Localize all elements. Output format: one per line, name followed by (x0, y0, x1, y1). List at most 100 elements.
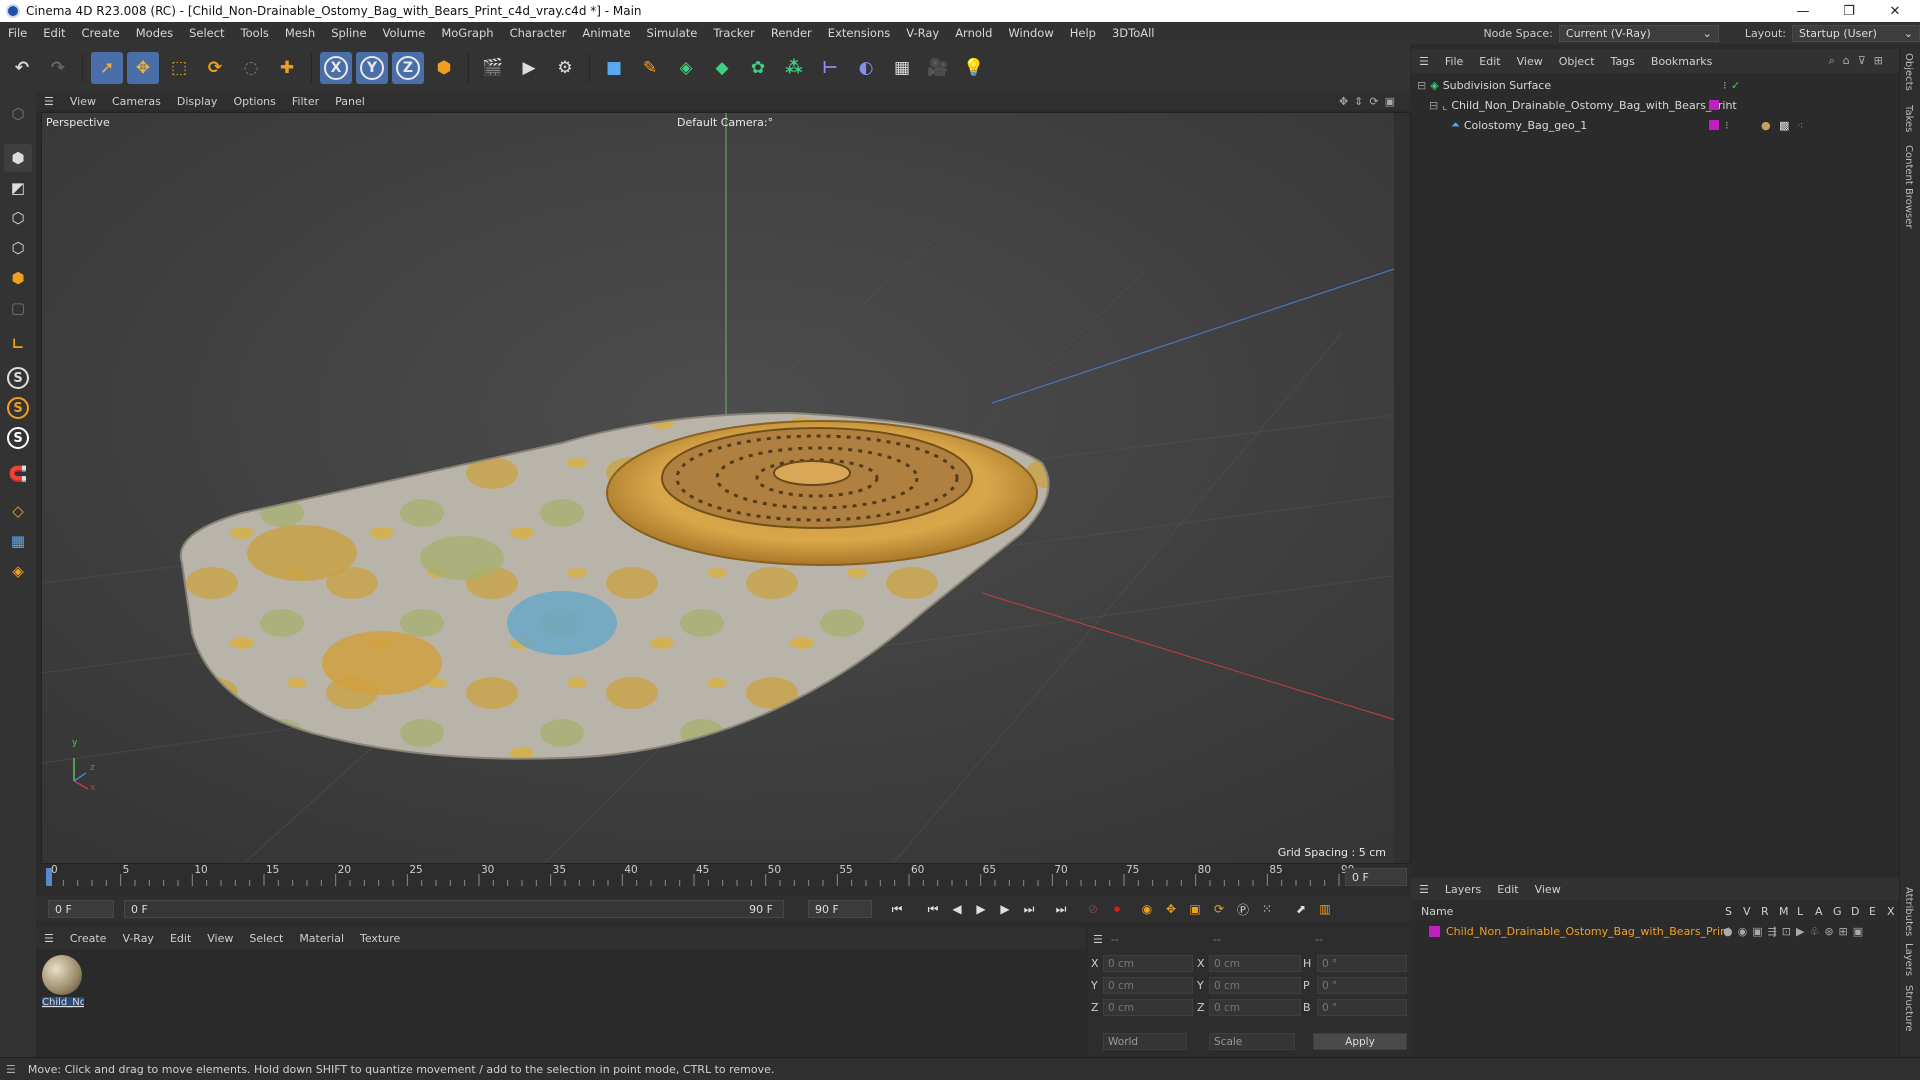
material-menu-create[interactable]: Create (62, 932, 115, 945)
close-button[interactable]: ✕ (1872, 0, 1918, 22)
goto-end-icon[interactable]: ⏭ (1050, 899, 1072, 919)
timeline-motion-icon[interactable]: ⬈ (1290, 899, 1312, 919)
rot-p-field[interactable]: 0 ° (1317, 977, 1407, 994)
render-view-icon[interactable]: ▶ (513, 52, 545, 84)
rotate-icon[interactable]: ⟳ (199, 52, 231, 84)
menu-mograph[interactable]: MoGraph (433, 26, 501, 40)
texture-mode-icon[interactable]: ◩ (4, 174, 32, 202)
key-position-icon[interactable]: ✥ (1160, 899, 1182, 919)
viewport-menu-options[interactable]: Options (225, 95, 283, 108)
magnet-icon[interactable]: 🧲 (4, 460, 32, 488)
size-x-field[interactable]: 0 cm (1209, 955, 1301, 972)
object-menu-tags[interactable]: Tags (1603, 55, 1643, 68)
current-frame-field[interactable]: 0 F (1345, 868, 1407, 886)
menu-animate[interactable]: Animate (574, 26, 638, 40)
camera-icon[interactable]: 🎥 (922, 52, 954, 84)
object-menu-edit[interactable]: Edit (1471, 55, 1508, 68)
tab-objects[interactable]: Objects (1903, 53, 1914, 91)
goto-start-icon[interactable]: ⏮ (886, 899, 908, 919)
axis-mode-icon[interactable]: ∟ (4, 330, 32, 358)
z-axis-lock[interactable]: Z (392, 52, 424, 84)
world-coord-icon[interactable]: ⬢ (428, 52, 460, 84)
locked-workplane-icon[interactable]: ◈ (4, 557, 32, 585)
frame-range-slider[interactable]: 0 F 90 F (124, 900, 784, 918)
tab-content-browser[interactable]: Content Browser (1903, 145, 1914, 228)
rot-h-field[interactable]: 0 ° (1317, 955, 1407, 972)
field-icon[interactable]: ⊢ (814, 52, 846, 84)
3d-viewport[interactable]: Perspective Default Camera :° Grid Spaci… (41, 112, 1411, 864)
prev-key-icon[interactable]: ⏮ (922, 899, 944, 919)
pos-y-field[interactable]: 0 cm (1103, 977, 1193, 994)
hamburger-icon[interactable]: ☰ (1411, 55, 1437, 68)
tab-layers[interactable]: Layers (1903, 943, 1914, 976)
layer-menu-edit[interactable]: Edit (1489, 883, 1526, 896)
menu-arnold[interactable]: Arnold (947, 26, 1000, 40)
extrude-icon[interactable]: ◆ (706, 52, 738, 84)
array-icon[interactable]: ⁂ (778, 52, 810, 84)
scale-icon[interactable]: ⬚ (163, 52, 195, 84)
deformer-icon[interactable]: ◐ (850, 52, 882, 84)
play-icon[interactable]: ▶ (970, 899, 992, 919)
material-swatch[interactable]: Child_No (42, 955, 84, 1008)
playhead[interactable] (46, 868, 52, 886)
object-menu-view[interactable]: View (1509, 55, 1551, 68)
key-scale-icon[interactable]: ▣ (1184, 899, 1206, 919)
object-row-subdivision[interactable]: ⊟ ◈ Subdivision Surface ⁝ ✓ (1411, 75, 1899, 95)
end-frame-field[interactable]: 90 F (808, 900, 872, 918)
grid-icon[interactable]: ▦ (4, 527, 32, 555)
timeline-layout-icon[interactable]: ▥ (1314, 899, 1336, 919)
material-menu-edit[interactable]: Edit (162, 932, 199, 945)
menu-render[interactable]: Render (763, 26, 820, 40)
next-key-icon[interactable]: ⏭ (1018, 899, 1040, 919)
pos-z-field[interactable]: 0 cm (1103, 999, 1193, 1016)
layer-row[interactable]: Child_Non_Drainable_Ostomy_Bag_with_Bear… (1411, 921, 1899, 941)
hamburger-icon[interactable]: ☰ (36, 95, 62, 108)
undo-icon[interactable]: ↶ (6, 52, 38, 84)
viewport-menu-cameras[interactable]: Cameras (104, 95, 169, 108)
tab-takes[interactable]: Takes (1903, 105, 1914, 132)
record-icon[interactable]: ⏺ (1106, 899, 1128, 919)
maximize-button[interactable]: ❐ (1826, 0, 1872, 22)
hamburger-icon[interactable]: ☰ (1411, 883, 1437, 896)
snap-settings-icon[interactable]: S (4, 394, 32, 422)
menu-select[interactable]: Select (181, 26, 232, 40)
coord-mode-dropdown[interactable]: World (1103, 1033, 1187, 1050)
start-frame-field[interactable]: 0 F (48, 900, 114, 918)
layout-dropdown[interactable]: Startup (User) ⌄ (1792, 24, 1920, 42)
material-menu-view[interactable]: View (199, 932, 241, 945)
menu-create[interactable]: Create (74, 26, 128, 40)
material-menu-vray[interactable]: V-Ray (114, 932, 162, 945)
object-manager-tools-icons[interactable]: ⌕⌂⊽⊞ (1829, 54, 1891, 68)
viewport-menu-display[interactable]: Display (169, 95, 226, 108)
point-mode-icon[interactable]: ⬡ (4, 204, 32, 232)
timeline-ruler[interactable]: 051015202530354045505560657075808590 0 F (41, 864, 1411, 890)
rot-b-field[interactable]: 0 ° (1317, 999, 1407, 1016)
enabled-check-icon[interactable]: ✓ (1731, 79, 1740, 92)
pen-icon[interactable]: ✎ (634, 52, 666, 84)
move-icon[interactable]: ✥ (127, 52, 159, 84)
object-menu-file[interactable]: File (1437, 55, 1471, 68)
menu-help[interactable]: Help (1062, 26, 1104, 40)
key-pla-icon[interactable]: ⁙ (1256, 899, 1278, 919)
size-y-field[interactable]: 0 cm (1209, 977, 1301, 994)
size-z-field[interactable]: 0 cm (1209, 999, 1301, 1016)
object-row-bag-group[interactable]: ⊟ ⌞ Child_Non_Drainable_Ostomy_Bag_with_… (1411, 95, 1899, 115)
render-region-icon[interactable]: 🎬 (477, 52, 509, 84)
viewport-menu-panel[interactable]: Panel (327, 95, 373, 108)
texture-tag-icon[interactable]: ▩ (1779, 119, 1789, 132)
viewport-menu-filter[interactable]: Filter (284, 95, 327, 108)
live-select-icon[interactable]: ◌ (235, 52, 267, 84)
select-arrow-icon[interactable]: ➚ (91, 52, 123, 84)
expand-icon[interactable]: ⊟ (1417, 79, 1426, 92)
make-editable-icon[interactable]: ⬡ (4, 100, 32, 128)
layer-color-swatch[interactable] (1429, 925, 1440, 937)
menu-character[interactable]: Character (502, 26, 575, 40)
workplane-snap-icon[interactable]: S (4, 424, 32, 452)
vray-tag-icon[interactable]: ⁖ (1797, 119, 1803, 132)
menu-tracker[interactable]: Tracker (705, 26, 763, 40)
visibility-toggle-icon[interactable]: ⁝ (1725, 119, 1729, 132)
layer-menu-layers[interactable]: Layers (1437, 883, 1489, 896)
menu-3dtoall[interactable]: 3DToAll (1104, 26, 1163, 40)
object-menu-object[interactable]: Object (1551, 55, 1603, 68)
node-space-dropdown[interactable]: Current (V-Ray) ⌄ (1558, 24, 1719, 42)
